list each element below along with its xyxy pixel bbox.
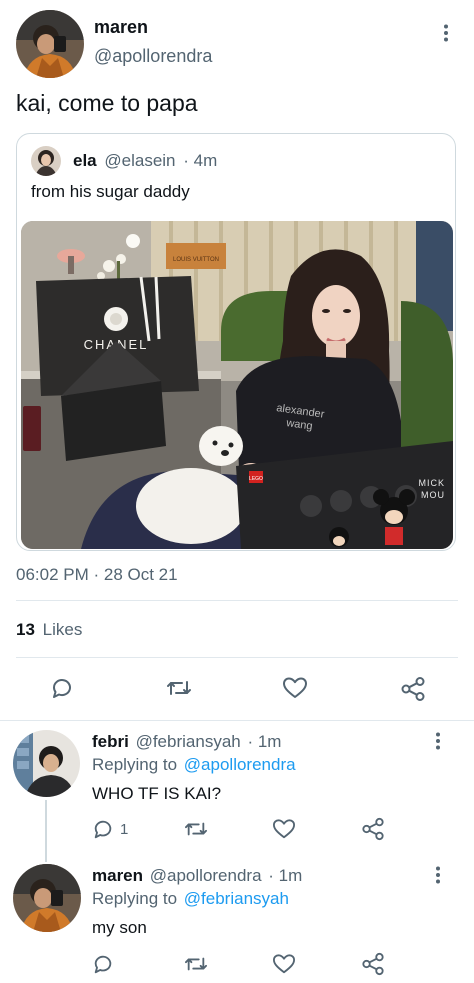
share-icon	[362, 952, 384, 976]
retweet-button[interactable]	[183, 818, 209, 840]
retweet-icon	[167, 681, 191, 695]
more-vertical-icon[interactable]	[428, 865, 448, 885]
replying-to-line: Replying to @apollorendra	[92, 755, 296, 775]
reply-header: maren @apollorendra · 1m	[92, 866, 302, 886]
replying-to-prefix: Replying to	[92, 755, 178, 774]
reply-author-handle[interactable]: @febriansyah	[136, 732, 241, 751]
quoted-time: · 4m	[183, 151, 218, 170]
reply-time: · 1m	[247, 732, 282, 751]
more-vertical-icon[interactable]	[428, 731, 448, 751]
reply-text: WHO TF IS KAI?	[92, 784, 222, 803]
replying-to-prefix: Replying to	[92, 889, 178, 908]
main-author-handle[interactable]: @apollorendra	[94, 46, 212, 67]
likes-label: Likes	[42, 620, 83, 639]
retweet-button[interactable]	[183, 953, 209, 975]
reply-author-name[interactable]: febri	[92, 732, 129, 751]
like-button[interactable]	[282, 676, 308, 700]
like-button[interactable]	[272, 818, 296, 840]
replying-to-handle[interactable]: @apollorendra	[184, 755, 296, 774]
likes-row[interactable]: 13 Likes	[16, 620, 82, 640]
reply-time: · 1m	[268, 866, 303, 885]
share-button[interactable]	[361, 952, 385, 976]
reply-button[interactable]: 1	[92, 818, 128, 840]
like-button[interactable]	[272, 953, 296, 975]
reply-count: 1	[120, 820, 129, 838]
share-button[interactable]	[400, 676, 426, 702]
quoted-author-name[interactable]: ela	[73, 151, 97, 170]
reply-button[interactable]	[50, 676, 74, 700]
box-text-line2: MOU	[421, 490, 445, 500]
divider	[16, 657, 458, 658]
main-author-avatar[interactable]	[16, 10, 84, 78]
lv-box-label: LOUIS VUITTON	[173, 257, 219, 263]
reply-icon	[94, 955, 112, 974]
like-icon	[272, 954, 295, 974]
share-button[interactable]	[361, 817, 385, 841]
section-divider	[0, 720, 474, 721]
more-vertical-icon[interactable]	[436, 23, 456, 43]
box-text-line1: MICK	[419, 478, 446, 488]
quoted-author-avatar[interactable]	[31, 146, 61, 176]
reply-author-avatar[interactable]	[13, 864, 81, 932]
main-author-name[interactable]: maren	[94, 17, 148, 38]
quoted-tweet-photo[interactable]: LOUIS VUITTON CHANEL	[21, 221, 453, 549]
quoted-header: ela @elasein · 4m	[73, 151, 217, 171]
reply-author-handle[interactable]: @apollorendra	[150, 866, 262, 885]
reply-icon	[94, 820, 112, 839]
reply-button[interactable]	[92, 953, 114, 975]
like-icon	[272, 819, 295, 839]
tweet-timestamp[interactable]: 06:02 PM · 28 Oct 21	[16, 565, 178, 585]
quoted-author-handle[interactable]: @elasein	[104, 151, 175, 170]
reply-author-name[interactable]: maren	[92, 866, 143, 885]
lego-logo-label: LEGO	[249, 476, 263, 482]
reply-icon	[53, 679, 71, 698]
divider	[16, 600, 458, 601]
retweet-button[interactable]	[165, 676, 193, 700]
reply-header: febri @febriansyah · 1m	[92, 732, 281, 752]
retweet-icon	[185, 957, 207, 971]
retweet-icon	[185, 822, 207, 836]
photo-illustration: LOUIS VUITTON CHANEL	[21, 221, 453, 549]
quoted-tweet-text: from his sugar daddy	[31, 182, 190, 201]
quoted-tweet-card[interactable]: ela @elasein · 4m from his sugar daddy L…	[16, 133, 456, 551]
replying-to-line: Replying to @febriansyah	[92, 889, 289, 909]
share-icon	[362, 817, 384, 841]
likes-count: 13	[16, 620, 35, 639]
reply-text: my son	[92, 918, 147, 937]
like-icon	[283, 677, 307, 698]
reply-author-avatar[interactable]	[13, 730, 80, 797]
main-tweet-text: kai, come to papa	[16, 90, 198, 116]
thread-line	[45, 800, 47, 862]
replying-to-handle[interactable]: @febriansyah	[184, 889, 289, 908]
share-icon	[401, 677, 425, 701]
